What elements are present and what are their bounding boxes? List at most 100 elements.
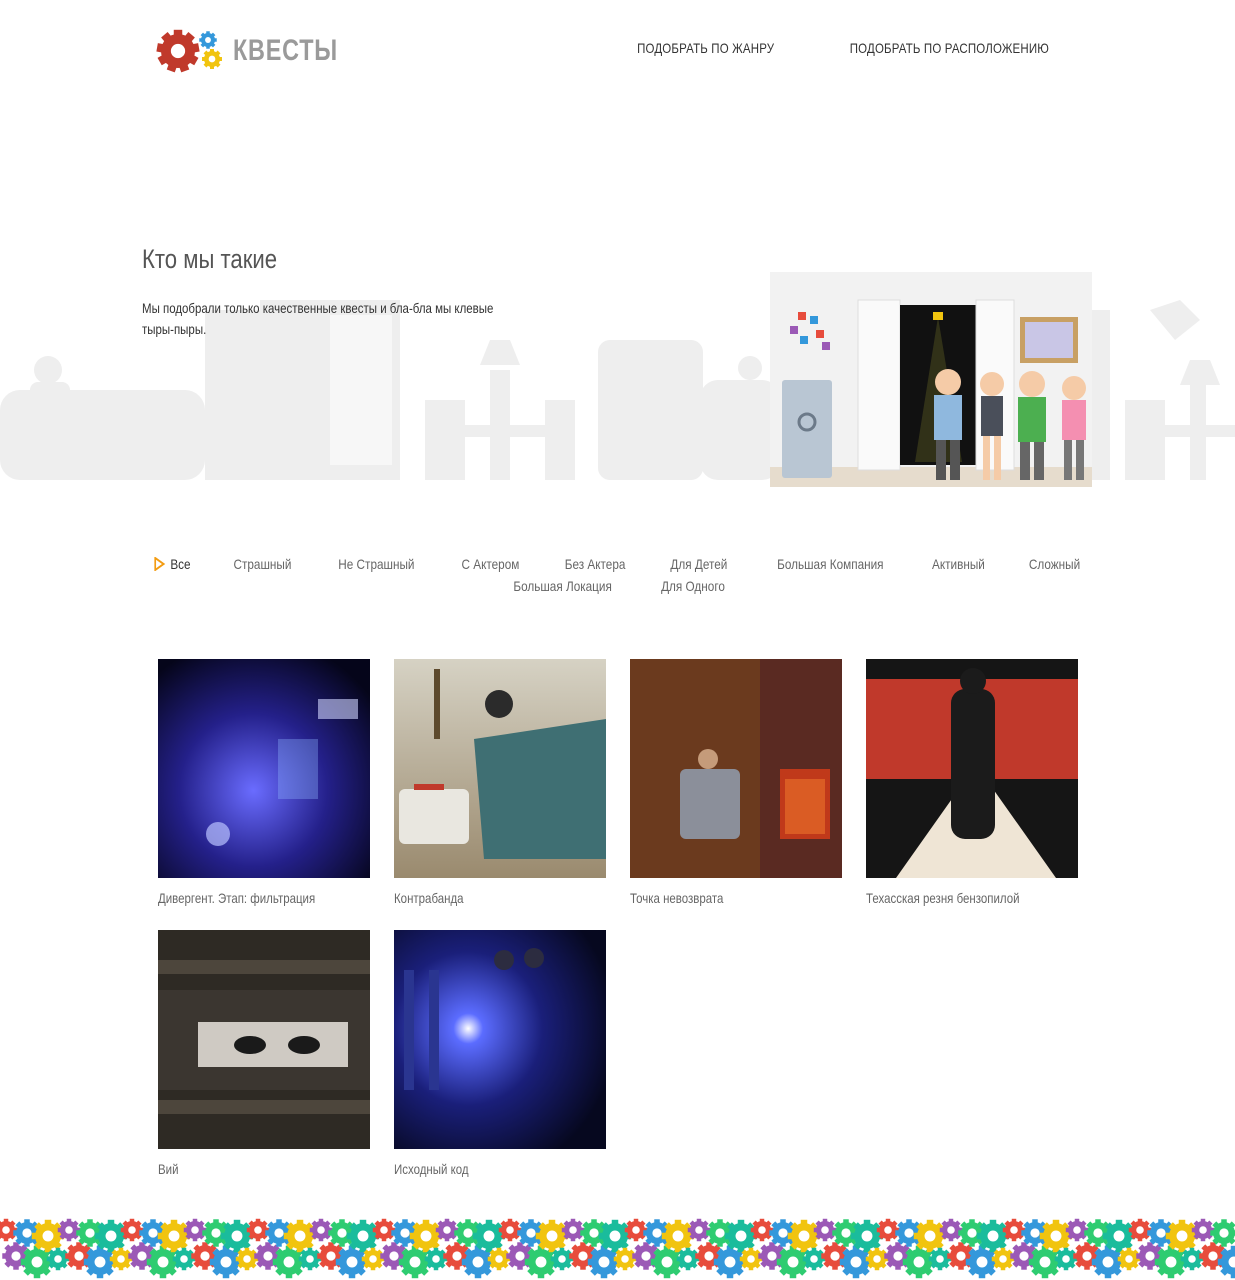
main-nav: ПОДОБРАТЬ ПО ЖАНРУ ПОДОБРАТЬ ПО РАСПОЛОЖ…: [607, 40, 1049, 56]
quest-card[interactable]: Точка невозврата: [630, 659, 842, 906]
quest-title[interactable]: Исходный код: [394, 1161, 568, 1177]
about-text: Мы подобрали только качественные квесты …: [142, 300, 494, 337]
quest-card[interactable]: Вий: [158, 930, 370, 1177]
gear-icon: [246, 1218, 270, 1242]
filter-without-actor[interactable]: Без Актера: [558, 553, 632, 575]
filter-active[interactable]: Активный: [926, 553, 992, 575]
gear-icon: [1117, 1247, 1141, 1271]
colorful-gears-footer: [0, 1218, 1235, 1279]
nav-by-genre-link[interactable]: ПОДОБРАТЬ ПО ЖАНРУ: [637, 40, 774, 56]
quest-title[interactable]: Точка невозврата: [630, 890, 804, 906]
gear-icon: [550, 1247, 574, 1271]
gear-icon: [813, 1218, 837, 1242]
gear-icon: [46, 1247, 70, 1271]
quest-card[interactable]: Дивергент. Этап: фильтрация: [158, 659, 370, 906]
gear-icon: [57, 1218, 81, 1242]
gear-icon: [787, 1219, 821, 1253]
gear-icon: [199, 31, 217, 49]
filter-with-actor[interactable]: С Актером: [454, 553, 525, 575]
gear-icon: [202, 49, 222, 69]
gear-icon: [120, 1218, 144, 1242]
gear-icon: [409, 1219, 443, 1253]
gear-icon: [1065, 1218, 1089, 1242]
gears-logo-icon: [156, 29, 222, 73]
gear-icon: [676, 1247, 700, 1271]
gear-icon: [372, 1218, 396, 1242]
gear-icon: [991, 1247, 1015, 1271]
quest-card[interactable]: Исходный код: [394, 930, 606, 1177]
nav-by-location-link[interactable]: ПОДОБРАТЬ ПО РАСПОЛОЖЕНИЮ: [850, 40, 1049, 56]
quest-thumbnail[interactable]: [394, 930, 606, 1149]
quest-thumbnail[interactable]: [866, 659, 1078, 878]
site-header: КВЕСТЫ ПОДОБРАТЬ ПО ЖАНРУ ПОДОБРАТЬ ПО Р…: [0, 0, 1235, 100]
gear-icon: [687, 1218, 711, 1242]
gear-icon: [109, 1247, 133, 1271]
gear-icon: [472, 1219, 506, 1253]
quest-thumbnail[interactable]: [630, 659, 842, 878]
gear-icon: [235, 1247, 259, 1271]
quest-thumbnail[interactable]: [158, 930, 370, 1149]
gear-icon: [661, 1219, 695, 1253]
gear-icon: [435, 1218, 459, 1242]
filter-label: Все: [170, 556, 191, 572]
gear-icon: [283, 1219, 317, 1253]
gear-icon: [739, 1247, 763, 1271]
gear-icon: [487, 1247, 511, 1271]
quest-title[interactable]: Техасская резня бензопилой: [866, 890, 1040, 906]
gear-icon: [939, 1218, 963, 1242]
filter-for-kids[interactable]: Для Детей: [663, 553, 733, 575]
quest-card[interactable]: Контрабанда: [394, 659, 606, 906]
gear-icon: [876, 1218, 900, 1242]
gear-icon: [613, 1247, 637, 1271]
filter-all[interactable]: Все: [147, 553, 198, 575]
team-illustration: [770, 272, 1092, 487]
quest-title[interactable]: Контрабанда: [394, 890, 568, 906]
gear-icon: [183, 1218, 207, 1242]
gear-icon: [624, 1218, 648, 1242]
gear-icon: [1128, 1218, 1152, 1242]
gear-icon: [724, 1219, 758, 1253]
gear-icon: [156, 29, 200, 73]
gear-icon: [346, 1219, 380, 1253]
filter-solo[interactable]: Для Одного: [654, 575, 731, 597]
quest-thumbnail[interactable]: [394, 659, 606, 878]
gear-icon: [1165, 1219, 1199, 1253]
logo-text: КВЕСТЫ: [233, 34, 338, 67]
filter-hard[interactable]: Сложный: [1022, 553, 1087, 575]
gear-icon: [94, 1219, 128, 1253]
quest-title[interactable]: Дивергент. Этап: фильтрация: [158, 890, 332, 906]
filter-big-location[interactable]: Большая Локация: [507, 575, 619, 597]
gear-icon: [424, 1247, 448, 1271]
gear-icon: [535, 1219, 569, 1253]
about-title: Кто мы такие: [142, 244, 278, 274]
gear-icon: [1054, 1247, 1078, 1271]
play-triangle-icon: [154, 557, 166, 571]
gear-icon: [31, 1219, 65, 1253]
gear-icon: [498, 1218, 522, 1242]
quest-title[interactable]: Вий: [158, 1161, 332, 1177]
gear-icon: [750, 1218, 774, 1242]
gear-icon: [1102, 1219, 1136, 1253]
gear-icon: [361, 1247, 385, 1271]
gear-icon: [928, 1247, 952, 1271]
filter-not-scary[interactable]: Не Страшный: [331, 553, 421, 575]
gear-icon: [220, 1219, 254, 1253]
gear-icon: [157, 1219, 191, 1253]
gear-icon: [561, 1218, 585, 1242]
quest-card[interactable]: Техасская резня бензопилой: [866, 659, 1078, 906]
filter-scary[interactable]: Страшный: [227, 553, 298, 575]
gear-icon: [0, 1218, 18, 1242]
filter-big-company[interactable]: Большая Компания: [770, 553, 890, 575]
gear-icon: [1191, 1218, 1215, 1242]
quest-thumbnail[interactable]: [158, 659, 370, 878]
gear-icon: [1180, 1247, 1204, 1271]
gear-icon: [172, 1247, 196, 1271]
gear-icon: [598, 1219, 632, 1253]
gear-icon: [309, 1218, 333, 1242]
gear-icon: [976, 1219, 1010, 1253]
gear-icon: [865, 1247, 889, 1271]
gear-icon: [1039, 1219, 1073, 1253]
genre-filter-bar: Все Страшный Не Страшный С Актером Без А…: [140, 553, 1095, 597]
site-logo[interactable]: КВЕСТЫ: [155, 26, 368, 76]
gear-icon: [850, 1219, 884, 1253]
